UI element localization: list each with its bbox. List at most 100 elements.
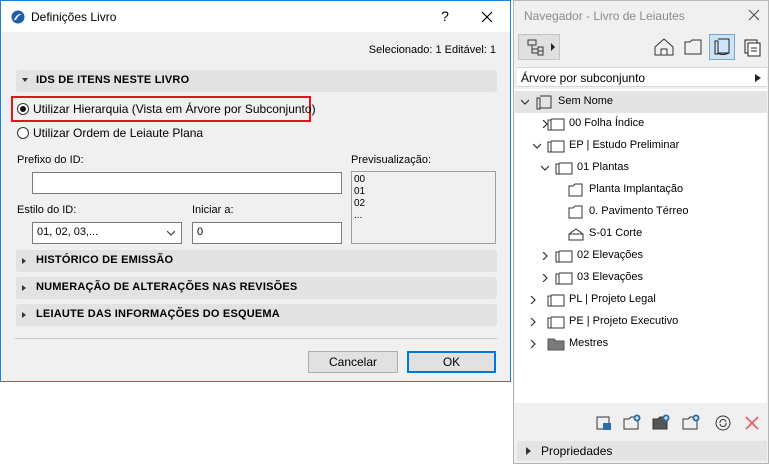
radio-use-hierarchy[interactable]: Utilizar Hierarquia (Vista em Árvore por… <box>17 100 316 118</box>
view-map-button[interactable] <box>680 34 706 60</box>
layout-book-icon <box>535 94 553 110</box>
chevron-right-icon[interactable] <box>541 252 549 260</box>
close-button[interactable] <box>473 6 501 28</box>
tree-item-label: Planta Implantação <box>589 183 684 195</box>
chevron-right-icon[interactable] <box>529 340 537 348</box>
close-icon[interactable] <box>747 8 761 22</box>
navigator-bottom-toolbar <box>514 409 768 437</box>
section-view-icon <box>567 226 585 242</box>
properties-label: Propriedades <box>541 444 613 458</box>
tree-mode-dropdown[interactable]: Árvore por subconjunto <box>517 67 767 87</box>
chevron-down-icon[interactable] <box>541 164 549 172</box>
preview-box: 00 01 02 ... <box>351 171 496 244</box>
project-map-button[interactable] <box>651 34 677 60</box>
section-layout-info-header[interactable]: LEIAUTE DAS INFORMAÇÕES DO ESQUEMA <box>16 304 497 326</box>
chevron-right-icon[interactable] <box>529 318 537 326</box>
triangle-right-icon <box>755 74 761 82</box>
chevron-right-icon[interactable] <box>529 296 537 304</box>
tree-item-subset[interactable]: PE | Projeto Executivo <box>515 311 767 333</box>
view-mode-button[interactable] <box>518 34 560 60</box>
preview-line: 01 <box>354 186 366 197</box>
start-at-label: Iniciar a: <box>192 204 234 216</box>
tree-item-label: EP | Estudo Preliminar <box>569 139 680 151</box>
layout-book-button[interactable] <box>709 34 735 60</box>
house-icon <box>654 38 674 56</box>
expanded-triangle-icon <box>22 78 28 82</box>
subset-folder-icon <box>555 160 573 176</box>
section-numbering-header[interactable]: NUMERAÇÃO DE ALTERAÇÕES NAS REVISÕES <box>16 277 497 299</box>
tree-item-layout[interactable]: 0. Pavimento Térreo <box>515 201 767 223</box>
tree-item-subset[interactable]: 03 Elevações <box>515 267 767 289</box>
triangle-right-icon <box>526 447 531 455</box>
id-style-select[interactable]: 01, 02, 03,... <box>32 222 182 244</box>
tree-item-label: 02 Elevações <box>577 249 644 261</box>
folder-icon <box>547 336 565 352</box>
update-icon[interactable] <box>713 413 733 433</box>
tree-item-layout[interactable]: Planta Implantação <box>515 179 767 201</box>
tree-item-subset[interactable]: PL | Projeto Legal <box>515 289 767 311</box>
archicad-logo-icon <box>11 10 25 24</box>
preview-line: ... <box>354 210 363 221</box>
radio-flat-order[interactable]: Utilizar Ordem de Leiaute Plana <box>17 124 237 142</box>
subset-folder-icon <box>547 116 565 132</box>
section-ids-header[interactable]: IDS DE ITENS NESTE LIVRO <box>16 70 497 92</box>
tree-item-subset[interactable]: 01 Plantas <box>515 157 767 179</box>
radio-flat-order-label: Utilizar Ordem de Leiaute Plana <box>33 126 204 140</box>
help-button[interactable]: ? <box>435 6 455 26</box>
cancel-button[interactable]: Cancelar <box>308 351 398 373</box>
section-history-header[interactable]: HISTÓRICO DE EMISSÃO <box>16 250 497 272</box>
close-icon <box>481 11 493 23</box>
chevron-right-icon[interactable] <box>541 274 549 282</box>
tree-item-layout[interactable]: S-01 Corte <box>515 223 767 245</box>
tree-item-label: 03 Elevações <box>577 271 644 283</box>
ok-button[interactable]: OK <box>407 351 496 373</box>
collapsed-triangle-icon <box>22 285 26 291</box>
properties-panel-header[interactable]: Propriedades <box>517 441 767 461</box>
new-master-icon[interactable] <box>651 413 671 433</box>
tree-item-book[interactable]: Sem Nome <box>515 91 767 113</box>
new-subset-icon[interactable] <box>622 413 642 433</box>
divider <box>15 338 497 339</box>
layout-icon <box>567 182 585 198</box>
section-ids-label: IDS DE ITENS NESTE LIVRO <box>36 74 190 86</box>
collapsed-triangle-icon <box>22 258 26 264</box>
section-history-label: HISTÓRICO DE EMISSÃO <box>36 254 174 266</box>
tree-item-label: 0. Pavimento Térreo <box>589 205 689 217</box>
navigator-toolbar <box>514 32 768 66</box>
id-style-label: Estilo do ID: <box>17 204 77 216</box>
new-folder-icon[interactable] <box>681 413 701 433</box>
tree-item-label: 01 Plantas <box>577 161 629 173</box>
tree-item-subset[interactable]: 02 Elevações <box>515 245 767 267</box>
dialog-title: Definições Livro <box>31 10 117 24</box>
tree-item-subset[interactable]: 00 Folha Índice <box>515 113 767 135</box>
subset-folder-icon <box>555 248 573 264</box>
chevron-down-icon[interactable] <box>533 142 541 150</box>
navigator-palette: Navegador - Livro de Leiautes Árvore por… <box>513 0 769 464</box>
id-style-value: 01, 02, 03,... <box>37 226 99 238</box>
navigator-title: Navegador - Livro de Leiautes <box>524 9 685 23</box>
delete-icon[interactable] <box>742 413 762 433</box>
new-layout-icon[interactable] <box>594 413 614 433</box>
tree-item-label: PL | Projeto Legal <box>569 293 656 305</box>
layout-tree: Sem Nome 00 Folha Índice EP | Estudo Pre… <box>515 89 767 403</box>
prefix-input[interactable] <box>32 172 342 194</box>
chevron-down-icon[interactable] <box>521 98 529 106</box>
tree-mode-value: Árvore por subconjunto <box>521 71 646 85</box>
layout-icon <box>567 204 585 220</box>
tree-item-label: S-01 Corte <box>589 227 643 239</box>
tree-item-masters[interactable]: Mestres <box>515 333 767 355</box>
selection-status: Selecionado: 1 Editável: 1 <box>368 44 496 56</box>
dialog-titlebar: Definições Livro ? <box>1 1 510 32</box>
layout-book-icon <box>714 38 730 55</box>
tree-item-label: PE | Projeto Executivo <box>569 315 679 327</box>
radio-selected-icon[interactable] <box>17 103 29 115</box>
tree-view-icon <box>527 39 555 56</box>
preview-line: 00 <box>354 174 366 185</box>
tree-item-label: Mestres <box>569 337 609 349</box>
tree-item-subset[interactable]: EP | Estudo Preliminar <box>515 135 767 157</box>
tree-item-label: Sem Nome <box>558 95 614 107</box>
radio-unselected-icon[interactable] <box>17 127 29 139</box>
subset-folder-icon <box>555 270 573 286</box>
start-at-input[interactable]: 0 <box>192 222 342 244</box>
publisher-sets-button[interactable] <box>739 34 765 60</box>
